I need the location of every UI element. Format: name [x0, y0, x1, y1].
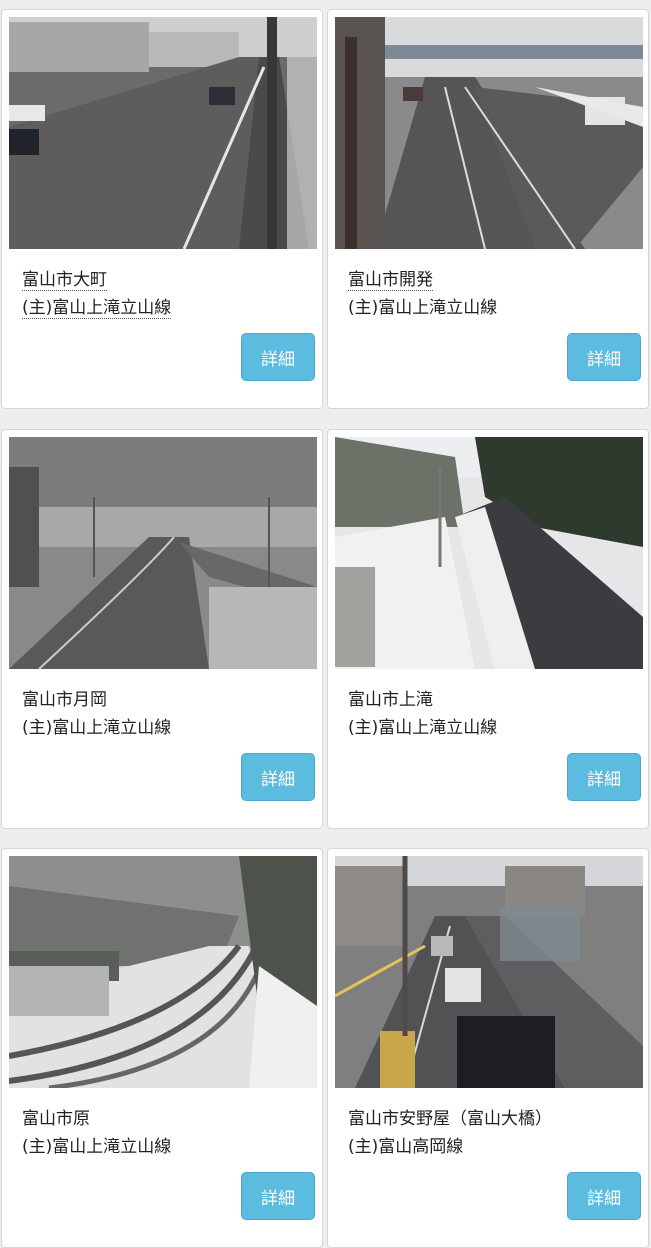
detail-button[interactable]: 詳細	[567, 333, 641, 381]
camera-card: 富山市上滝 (主)富山上滝立山線 詳細	[327, 429, 649, 829]
detail-button[interactable]: 詳細	[567, 753, 641, 801]
camera-title: 富山市月岡 (主)富山上滝立山線	[22, 686, 171, 742]
location-name: 富山市月岡	[22, 690, 107, 710]
camera-image-yasunoya[interactable]	[335, 856, 643, 1088]
location-name: 富山市上滝	[348, 690, 433, 710]
detail-button[interactable]: 詳細	[567, 1172, 641, 1220]
location-name: 富山市安野屋（富山大橋）	[348, 1109, 552, 1129]
camera-image-tsukioka[interactable]	[9, 437, 317, 669]
camera-card: 富山市開発 (主)富山上滝立山線 詳細	[327, 9, 649, 409]
camera-card: 富山市原 (主)富山上滝立山線 詳細	[1, 848, 323, 1248]
detail-button[interactable]: 詳細	[241, 333, 315, 381]
route-name: (主)富山上滝立山線	[348, 298, 498, 318]
camera-card: 富山市大町 (主)富山上滝立山線 詳細	[1, 9, 323, 409]
camera-title: 富山市原 (主)富山上滝立山線	[22, 1105, 171, 1161]
route-name: (主)富山上滝立山線	[348, 718, 498, 738]
route-name[interactable]: (主)富山上滝立山線	[22, 298, 172, 319]
detail-button[interactable]: 詳細	[241, 753, 315, 801]
location-name[interactable]: 富山市開発	[348, 270, 433, 291]
camera-title: 富山市開発 (主)富山上滝立山線	[348, 266, 497, 322]
camera-title: 富山市大町 (主)富山上滝立山線	[22, 266, 172, 322]
camera-image-kamidaki[interactable]	[335, 437, 643, 669]
camera-title: 富山市上滝 (主)富山上滝立山線	[348, 686, 497, 742]
detail-button[interactable]: 詳細	[241, 1172, 315, 1220]
camera-title: 富山市安野屋（富山大橋） (主)富山高岡線	[348, 1105, 552, 1161]
camera-image-kaihotsu[interactable]	[335, 17, 643, 249]
camera-image-omachi[interactable]	[9, 17, 317, 249]
location-name: 富山市原	[22, 1109, 90, 1129]
camera-image-hara[interactable]	[9, 856, 317, 1088]
route-name: (主)富山高岡線	[348, 1137, 464, 1157]
camera-card: 富山市月岡 (主)富山上滝立山線 詳細	[1, 429, 323, 829]
route-name: (主)富山上滝立山線	[22, 1137, 172, 1157]
camera-card: 富山市安野屋（富山大橋） (主)富山高岡線 詳細	[327, 848, 649, 1248]
route-name: (主)富山上滝立山線	[22, 718, 172, 738]
location-name[interactable]: 富山市大町	[22, 270, 107, 291]
